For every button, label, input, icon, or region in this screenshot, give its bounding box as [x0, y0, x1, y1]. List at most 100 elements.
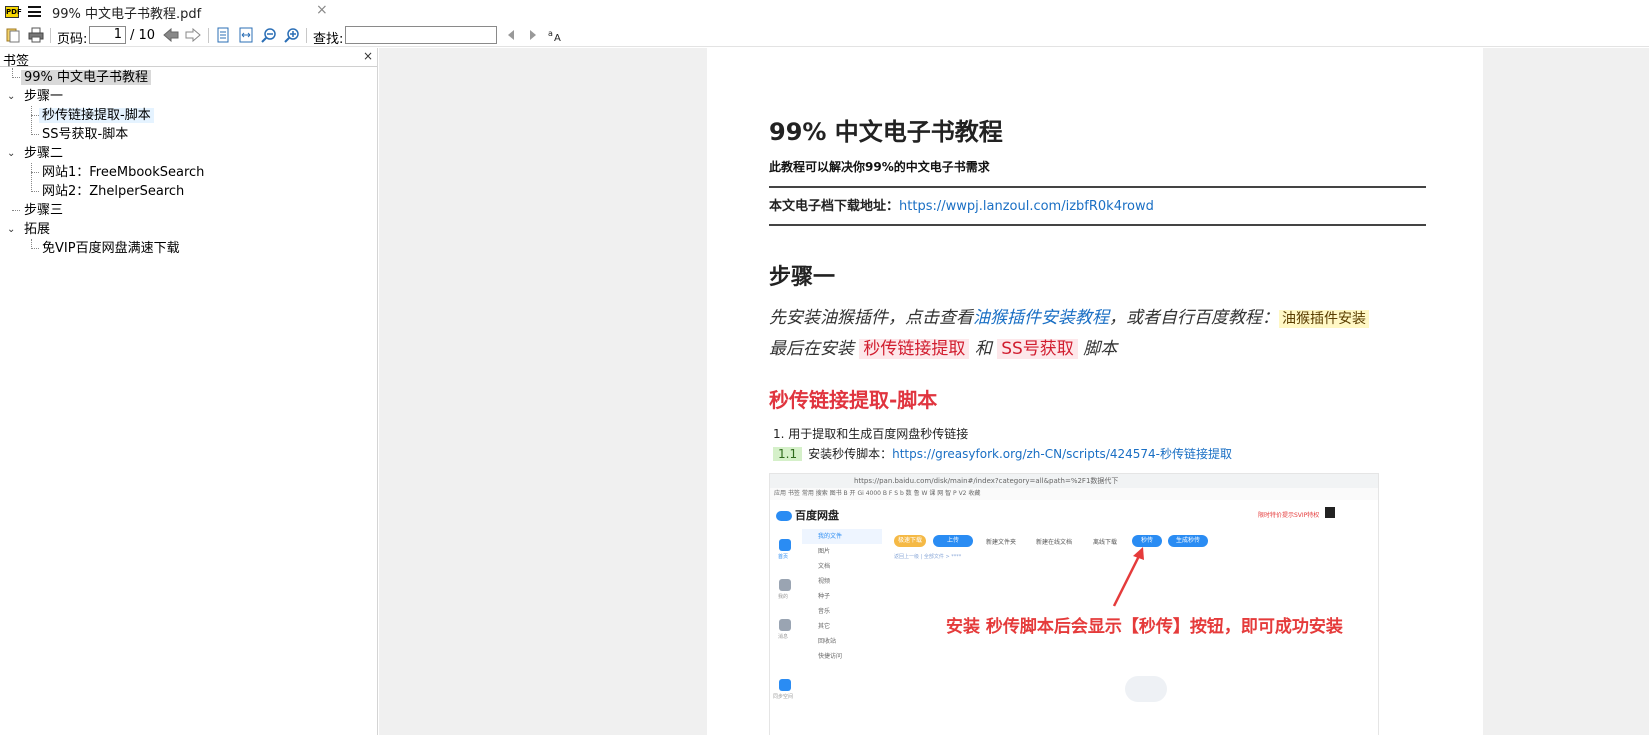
tree-line: [31, 106, 32, 135]
fit-page-icon[interactable]: [215, 27, 231, 43]
bookmark-item[interactable]: 步骤二: [21, 144, 66, 163]
bookmarks-title: 书签: [3, 54, 30, 69]
match-case-icon[interactable]: aA: [548, 27, 564, 43]
sync-icon: [779, 679, 791, 691]
text: 安装秒传脚本：: [808, 447, 893, 461]
tab-close-button[interactable]: ×: [316, 2, 328, 18]
document-tab[interactable]: 99% 中文电子书教程.pdf: [52, 3, 201, 22]
bookmarks-close-button[interactable]: ×: [363, 49, 373, 63]
divider: [769, 186, 1426, 188]
download-line: 本文电子档下载地址：https://wwpj.lanzoul.com/izbfR…: [769, 195, 1154, 214]
toolbar: 页码: 1 / 10 查找: aA: [0, 24, 1649, 47]
bookmark-item[interactable]: 步骤三: [21, 201, 66, 220]
bookmark-item[interactable]: 拓展: [21, 220, 53, 239]
toolbar-separator: [306, 28, 307, 43]
bookmark-item[interactable]: 网站2：ZhelperSearch: [39, 182, 187, 201]
browser-bookmarks-bar: 应用 书签 常用 搜索 图书 B 开 Gi 4000 B F S b 数 鲁 W…: [770, 488, 1378, 500]
tree-line: [31, 115, 39, 116]
baidu-file-tree: 我的文件 图片 文档 视频 种子 音乐 其它 回收站 快捷访问: [802, 529, 882, 735]
fast-download-button: 极速下载: [894, 535, 926, 547]
tree-line: [31, 172, 39, 173]
bookmark-item[interactable]: SS号获取-脚本: [39, 125, 131, 144]
page-number-input[interactable]: 1: [89, 26, 126, 44]
pdf-page: 99% 中文电子书教程 此教程可以解决你99%的中文电子书需求 本文电子档下载地…: [707, 48, 1483, 735]
step1-line1: 先安装油猴插件，点击查看油猴插件安装教程，或者自行百度教程： 油猴插件安装: [769, 303, 1369, 328]
open-file-icon[interactable]: [5, 27, 21, 43]
text: 和: [974, 339, 992, 359]
menu-icon[interactable]: [28, 6, 41, 17]
find-label: 查找:: [313, 32, 344, 47]
tree-line: [12, 210, 20, 211]
text: 脚本: [1083, 339, 1118, 359]
new-online-doc: 新建在线文档: [1036, 539, 1073, 546]
chevron-down-icon[interactable]: ⌄: [7, 91, 15, 102]
tree-line: [31, 191, 39, 192]
tampermonkey-tutorial-link[interactable]: 油猴插件安装教程: [973, 308, 1109, 328]
section-heading: 秒传链接提取-脚本: [769, 388, 938, 412]
greasyfork-link[interactable]: https://greasyfork.org/zh-CN/scripts/424…: [892, 447, 1232, 461]
upload-button: 上传: [933, 535, 973, 547]
highlight-tag: 秒传链接提取: [859, 339, 970, 359]
list-item: 1. 用于提取和生成百度网盘秒传链接: [773, 427, 969, 441]
page-total: / 10: [130, 28, 156, 43]
zoom-in-icon[interactable]: [284, 27, 300, 43]
arrow-icon: [1112, 547, 1144, 607]
text: 最后在安装: [769, 339, 854, 359]
embedded-screenshot: https://pan.baidu.com/disk/main#/index?c…: [769, 473, 1379, 735]
title-bar: PDF 99% 中文电子书教程.pdf ×: [0, 0, 1649, 24]
doc-subtitle: 此教程可以解决你99%的中文电子书需求: [769, 160, 990, 174]
bookmark-item[interactable]: 秒传链接提取-脚本: [39, 106, 154, 125]
tree-line: [31, 134, 39, 135]
download-label: 本文电子档下载地址：: [769, 199, 900, 214]
bookmarks-panel: 书签 × 99% 中文电子书教程 ⌄ 步骤一 秒传链接提取-脚本 SS号获取-脚…: [0, 48, 378, 735]
find-previous-icon[interactable]: [505, 27, 517, 43]
mine-icon: [779, 579, 791, 591]
document-viewer[interactable]: 99% 中文电子书教程 此教程可以解决你99%的中文电子书需求 本文电子档下载地…: [379, 48, 1649, 735]
next-page-icon[interactable]: [185, 27, 201, 43]
chevron-down-icon[interactable]: ⌄: [7, 224, 15, 235]
avatar: [1325, 507, 1335, 518]
bookmark-item[interactable]: 步骤一: [21, 87, 66, 106]
numbering-tag: 1.1: [773, 447, 803, 461]
print-icon[interactable]: [28, 27, 44, 43]
highlight-tag: 油猴插件安装: [1279, 310, 1369, 328]
install-note: 安装 秒传脚本后会显示【秒传】按钮，即可成功安装: [946, 617, 1343, 637]
bookmark-item[interactable]: 免VIP百度网盘满速下载: [39, 239, 183, 258]
step1-heading: 步骤一: [769, 265, 836, 290]
chevron-down-icon[interactable]: ⌄: [7, 148, 15, 159]
vip-promo: 限时特价提示SVIP特权: [1258, 512, 1320, 519]
toolbar-separator: [208, 28, 209, 43]
svg-text:A: A: [554, 33, 561, 42]
home-icon: [779, 539, 791, 551]
text: ，或者自行百度教程：: [1109, 308, 1279, 328]
previous-page-icon[interactable]: [163, 27, 179, 43]
browser-address-bar: https://pan.baidu.com/disk/main#/index?c…: [770, 474, 1378, 488]
divider: [769, 224, 1426, 226]
baidu-pan-logo: 百度网盘: [776, 507, 839, 523]
svg-text:a: a: [548, 29, 553, 38]
page-label: 页码:: [57, 32, 88, 47]
step1-line2: 最后在安装 秒传链接提取 和 SS号获取 脚本: [769, 334, 1117, 359]
list-item: 1.1 安装秒传脚本：https://greasyfork.org/zh-CN/s…: [773, 445, 1232, 462]
find-input[interactable]: [345, 26, 497, 44]
text: 先安装油猴插件，点击查看: [769, 308, 973, 328]
highlight-tag: SS号获取: [997, 339, 1078, 359]
download-link[interactable]: https://wwpj.lanzoul.com/izbfR0k4rowd: [899, 199, 1154, 214]
bookmark-item[interactable]: 网站1：FreeMbookSearch: [39, 163, 207, 182]
fit-width-icon[interactable]: [238, 27, 254, 43]
message-icon: [779, 619, 791, 631]
toolbar-separator: [50, 28, 51, 43]
breadcrumb: 返回上一级 | 全部文件 > ****: [894, 554, 962, 560]
doc-title: 99% 中文电子书教程: [769, 118, 1003, 146]
bookmarks-header: 书签 ×: [0, 48, 377, 69]
find-next-icon[interactable]: [527, 27, 539, 43]
new-folder: 新建文件夹: [986, 539, 1017, 546]
tree-line: [12, 77, 20, 78]
generate-miaochuan-button: 生成秒传: [1168, 535, 1208, 547]
tree-line: [31, 248, 39, 249]
bookmark-item[interactable]: 99% 中文电子书教程: [21, 68, 152, 87]
cloud-icon: [1125, 676, 1167, 702]
app-logo-icon: PDF: [5, 6, 22, 18]
tree-line: [31, 163, 32, 192]
zoom-out-icon[interactable]: [261, 27, 277, 43]
